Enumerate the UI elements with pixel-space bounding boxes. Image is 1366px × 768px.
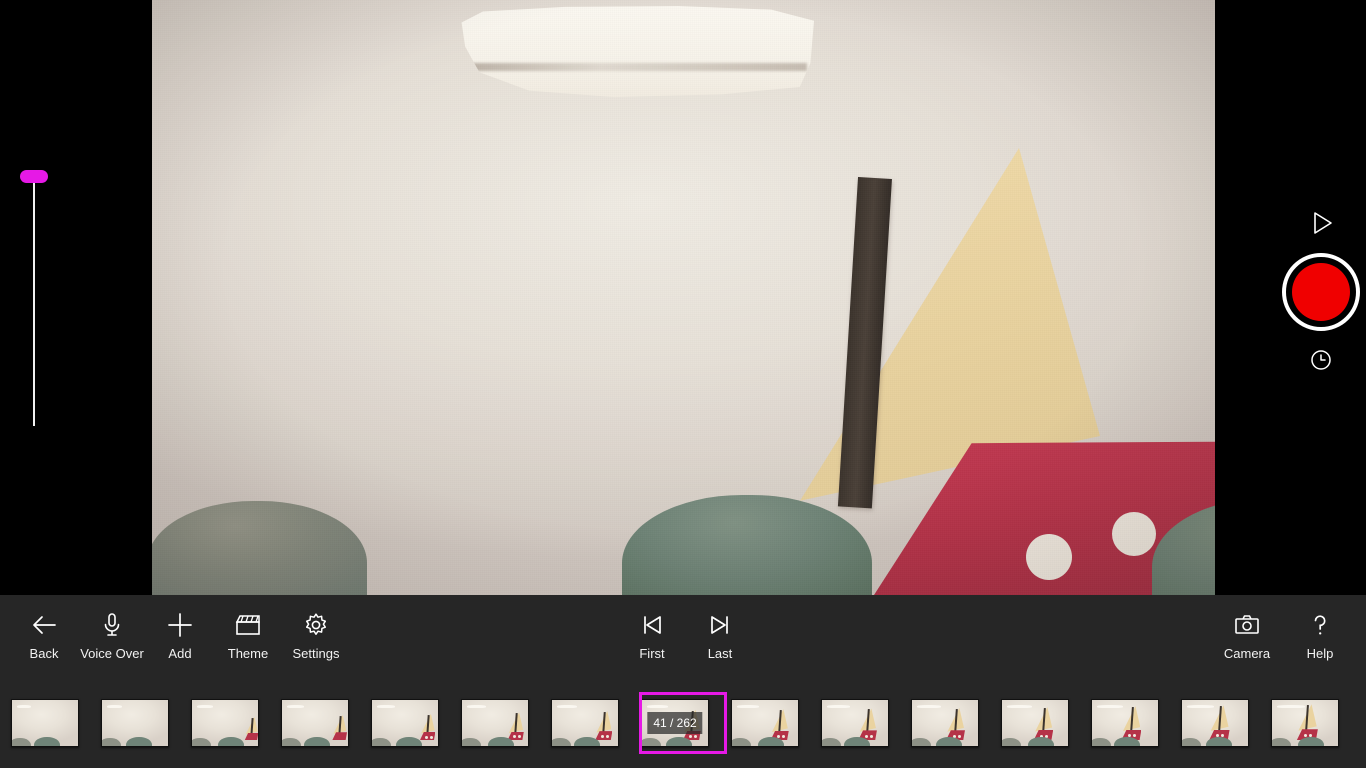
theme-button-label: Theme xyxy=(227,646,269,661)
camera-button[interactable]: Camera xyxy=(1208,595,1286,661)
thumbnail-image xyxy=(821,699,889,747)
thumbnail-image xyxy=(11,699,79,747)
camera-icon xyxy=(1233,609,1261,641)
add-button[interactable]: Add xyxy=(146,595,214,661)
thumbnail-image xyxy=(191,699,259,747)
record-circle-icon xyxy=(1292,263,1350,321)
thumbnail-image xyxy=(101,699,169,747)
capture-controls xyxy=(1281,206,1361,396)
camera-button-label: Camera xyxy=(1223,646,1271,661)
slider-track[interactable] xyxy=(33,182,35,426)
thumbnail-image xyxy=(371,699,439,747)
question-mark-icon xyxy=(1308,609,1332,641)
skip-to-first-icon xyxy=(639,609,665,641)
thumbnail-image xyxy=(551,699,619,747)
voice-over-button[interactable]: Voice Over xyxy=(78,595,146,661)
thumbnail-image xyxy=(1091,699,1159,747)
first-frame-label: First xyxy=(639,646,665,661)
filmstrip-thumbnail[interactable] xyxy=(360,678,450,768)
thumbnail-image xyxy=(731,699,799,747)
filmstrip-thumbnail[interactable]: 41 / 262 xyxy=(630,678,727,768)
filmstrip-thumbnail[interactable] xyxy=(1170,678,1260,768)
help-button[interactable]: Help xyxy=(1286,595,1354,661)
toolbar-center-group: First Last xyxy=(618,595,754,678)
frame-counter: 41 / 262 xyxy=(647,712,703,734)
toolbar-right-group: Camera Help xyxy=(1208,595,1354,678)
microphone-icon xyxy=(100,609,124,641)
camera-preview[interactable] xyxy=(152,0,1215,595)
skip-to-last-icon xyxy=(707,609,733,641)
last-frame-label: Last xyxy=(707,646,733,661)
thumbnail-image xyxy=(1001,699,1069,747)
thumbnail-image: 41 / 262 xyxy=(641,699,709,747)
main-toolbar: Back Voice Over Add Theme Settings First… xyxy=(0,595,1366,678)
settings-button[interactable]: Settings xyxy=(282,595,350,661)
filmstrip-thumbnail[interactable] xyxy=(810,678,900,768)
filmstrip-thumbnail[interactable] xyxy=(90,678,180,768)
preview-stage xyxy=(0,0,1366,595)
thumbnail-image xyxy=(281,699,349,747)
record-button[interactable] xyxy=(1282,253,1360,331)
plus-icon xyxy=(166,609,194,641)
thumbnail-image xyxy=(461,699,529,747)
hull-dot xyxy=(1112,512,1156,556)
back-arrow-icon xyxy=(30,609,58,641)
thumbnail-image xyxy=(1181,699,1249,747)
app-root: Back Voice Over Add Theme Settings First… xyxy=(0,0,1366,768)
thumbnail-image xyxy=(911,699,979,747)
play-button[interactable] xyxy=(1304,206,1338,240)
filmstrip-thumbnail[interactable] xyxy=(1260,678,1350,768)
wave-middle xyxy=(622,495,872,595)
filmstrip[interactable]: 41 / 262 xyxy=(0,678,1366,768)
wave-left xyxy=(152,501,367,595)
cloud-cutout xyxy=(461,6,814,98)
filmstrip-thumbnail[interactable] xyxy=(0,678,90,768)
onion-skin-slider[interactable] xyxy=(14,170,56,426)
last-frame-button[interactable]: Last xyxy=(686,595,754,661)
hull-dot xyxy=(1026,534,1072,580)
filmstrip-thumbnail[interactable] xyxy=(990,678,1080,768)
filmstrip-thumbnail[interactable] xyxy=(270,678,360,768)
filmstrip-thumbnails: 41 / 262 xyxy=(0,678,1350,768)
theme-button[interactable]: Theme xyxy=(214,595,282,661)
play-triangle-icon xyxy=(1314,212,1332,234)
filmstrip-thumbnail[interactable] xyxy=(180,678,270,768)
settings-button-label: Settings xyxy=(292,646,340,661)
filmstrip-thumbnail[interactable] xyxy=(540,678,630,768)
filmstrip-thumbnail[interactable] xyxy=(720,678,810,768)
first-frame-button[interactable]: First xyxy=(618,595,686,661)
voice-over-button-label: Voice Over xyxy=(80,646,144,661)
slider-thumb[interactable] xyxy=(20,170,48,183)
back-button-label: Back xyxy=(29,646,59,661)
back-button[interactable]: Back xyxy=(10,595,78,661)
gear-icon xyxy=(303,609,329,641)
toolbar-left-group: Back Voice Over Add Theme Settings xyxy=(10,595,350,678)
thumbnail-image xyxy=(1271,699,1339,747)
filmstrip-thumbnail[interactable] xyxy=(450,678,540,768)
filmstrip-thumbnail[interactable] xyxy=(900,678,990,768)
add-button-label: Add xyxy=(168,646,192,661)
clapperboard-icon xyxy=(234,609,262,641)
timer-button[interactable] xyxy=(1309,348,1333,377)
clock-icon xyxy=(1311,350,1331,370)
help-button-label: Help xyxy=(1306,646,1334,661)
filmstrip-thumbnail[interactable] xyxy=(1080,678,1170,768)
